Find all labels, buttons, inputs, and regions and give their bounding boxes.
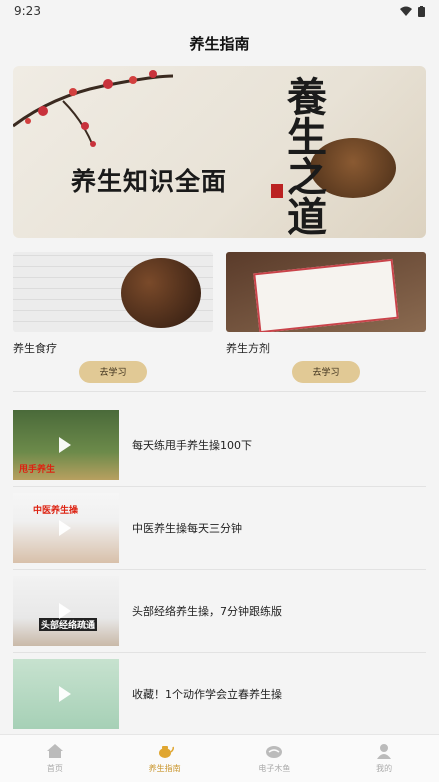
divider [13,391,426,392]
teapot-icon [158,746,174,758]
tab-label: 我的 [376,764,393,773]
banner-title: 养生知识全面 [71,167,228,196]
video-list-item[interactable]: 甩手养生 每天练甩手养生操100下 [13,404,426,487]
video-list-item[interactable]: 中医养生操 中医养生操每天三分钟 [13,487,426,570]
video-list-item[interactable]: 收藏！1个动作学会立春养生操 [13,653,426,736]
user-icon [377,744,392,759]
diet-therapy-image [13,252,213,332]
video-thumbnail: 甩手养生 [13,410,119,480]
tab-health-guide[interactable]: 养生指南 [125,743,205,774]
bottom-tab-bar: 首页 养生指南 电子木鱼 我的 [0,734,439,782]
card-diet-therapy[interactable]: 养生食疗 去学习 [13,252,213,383]
tab-label: 首页 [46,764,63,773]
tab-label: 养生指南 [148,764,181,773]
status-icons [400,5,425,17]
video-title: 头部经络养生操，7分钟跟练版 [132,605,282,618]
woodfish-icon [266,746,283,758]
category-cards: 养生食疗 去学习 养生方剂 去学习 [13,252,426,383]
video-list: 甩手养生 每天练甩手养生操100下 中医养生操 中医养生操每天三分钟 头部经络疏… [13,404,426,736]
page-title: 养生指南 [189,34,250,53]
card-prescription[interactable]: 养生方剂 去学习 [226,252,426,383]
status-bar: 9:23 [0,0,439,22]
prescription-image [226,252,426,332]
video-thumbnail: 头部经络疏通 [13,576,119,646]
wifi-icon [400,6,412,16]
video-title: 中医养生操每天三分钟 [132,522,242,535]
play-icon [59,520,71,536]
plum-blossom-branch [13,70,173,147]
status-time: 9:23 [14,4,41,18]
tab-wooden-fish[interactable]: 电子木鱼 [234,743,314,774]
video-title: 每天练甩手养生操100下 [132,439,252,452]
learn-button-diet[interactable]: 去学习 [79,361,147,383]
red-seal [271,184,283,198]
tab-label: 电子木鱼 [258,764,291,773]
play-icon [59,686,71,702]
banner-calligraphy: 養生之道 [280,76,327,236]
card-label: 养生食疗 [13,342,57,355]
tab-home[interactable]: 首页 [15,743,95,774]
play-icon [59,437,71,453]
thumbnail-caption: 头部经络疏通 [39,618,98,631]
video-title: 收藏！1个动作学会立春养生操 [132,688,282,701]
video-thumbnail: 中医养生操 [13,493,119,563]
home-icon [46,744,63,758]
video-list-item[interactable]: 头部经络疏通 头部经络养生操，7分钟跟练版 [13,570,426,653]
card-label: 养生方剂 [226,342,270,355]
hero-banner[interactable]: 養生之道 养生知识全面 [13,66,426,238]
thumbnail-caption: 中医养生操 [33,506,79,516]
video-thumbnail [13,659,119,729]
play-icon [59,603,71,619]
battery-icon [418,5,425,17]
app-header: 养生指南 [0,22,439,64]
thumbnail-caption: 甩手养生 [19,465,56,475]
learn-button-prescription[interactable]: 去学习 [292,361,360,383]
tab-profile[interactable]: 我的 [344,743,424,774]
